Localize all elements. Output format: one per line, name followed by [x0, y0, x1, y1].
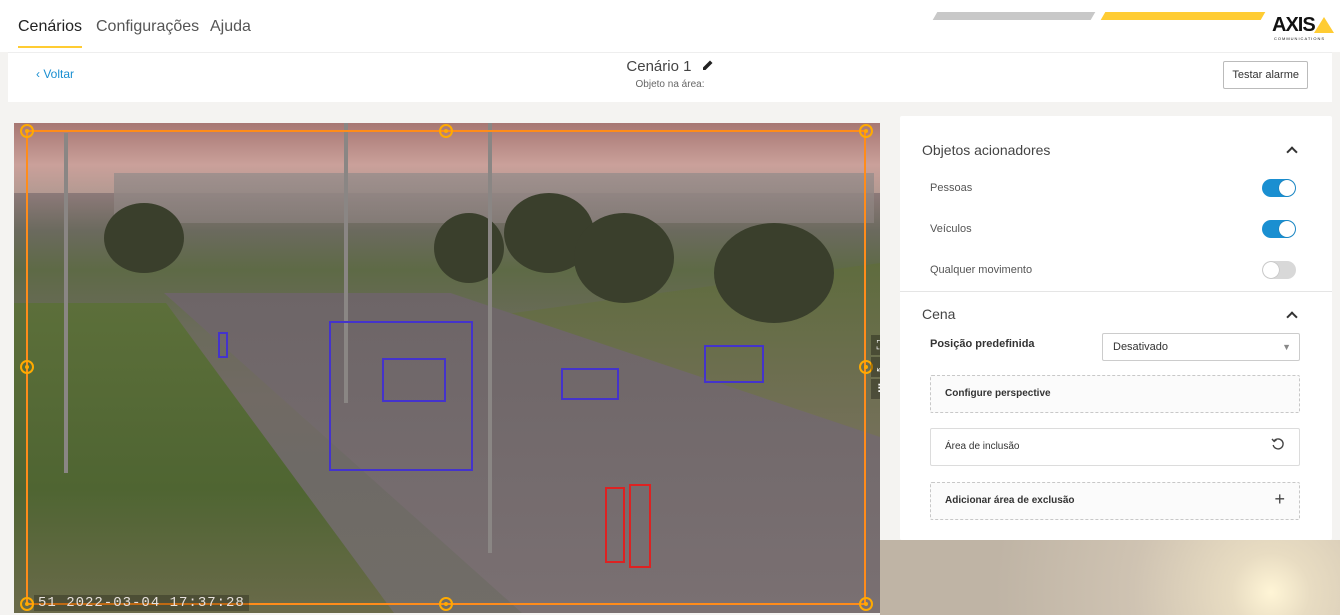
add-exclusion-area-button[interactable]: Adicionar área de exclusão + [930, 482, 1300, 520]
reset-icon[interactable] [1271, 437, 1285, 456]
preset-position-label: Posição predefinida [930, 338, 1035, 350]
detection-box-vehicle [561, 368, 619, 400]
inclusion-handle[interactable] [439, 597, 453, 611]
logo-triangle-icon [1314, 17, 1334, 33]
grid-dots-icon[interactable]: ⠿ [871, 379, 880, 399]
inclusion-area-item[interactable]: Área de inclusão [930, 428, 1300, 466]
scenario-title: Cenário 1 [8, 58, 1332, 75]
add-exclusion-area-label: Adicionar área de exclusão [945, 495, 1075, 506]
tab-scenarios[interactable]: Cenários [18, 18, 83, 48]
collapse-triggers-icon[interactable] [1286, 144, 1296, 154]
option-vehicles-label: Veículos [930, 223, 972, 235]
inclusion-handle[interactable] [20, 124, 34, 138]
option-people-label: Pessoas [930, 182, 973, 194]
inclusion-handle[interactable] [859, 124, 873, 138]
scenario-header: ‹ Voltar Cenário 1 Objeto na área: Testa… [8, 52, 1332, 102]
detection-box-vehicle [218, 332, 228, 358]
edit-pencil-icon[interactable] [702, 58, 714, 75]
detection-box-vehicle [704, 345, 764, 383]
expand-icon[interactable]: ⤢ [871, 357, 880, 377]
axis-logo: AXIS COMMUNICATIONS [1272, 14, 1334, 42]
toggle-any-motion[interactable] [1262, 261, 1296, 279]
chevron-down-icon: ▼ [1282, 342, 1291, 352]
configure-perspective-button[interactable]: Configure perspective [930, 375, 1300, 413]
inclusion-handle[interactable] [859, 597, 873, 611]
option-any-motion-label: Qualquer movimento [930, 264, 1033, 276]
configure-perspective-label: Configure perspective [945, 388, 1051, 399]
section-divider [900, 291, 1332, 292]
scene-section-title: Cena [922, 306, 956, 322]
inclusion-handle[interactable] [20, 360, 34, 374]
video-toolbar: ⛶ ⤢ ⠿ [871, 335, 880, 405]
live-video-view[interactable]: ⛶ ⤢ ⠿ 51 2022-03-04 17:37:28 [14, 123, 880, 613]
scenario-subtitle: Objeto na área: [635, 79, 705, 90]
video-timestamp: 51 2022-03-04 17:37:28 [34, 595, 249, 611]
detection-box-person [629, 484, 651, 568]
tab-settings[interactable]: Configurações [96, 18, 199, 36]
tab-help[interactable]: Ajuda [210, 18, 251, 36]
preset-position-select[interactable]: Desativado ▼ [1102, 333, 1300, 361]
inclusion-handle[interactable] [20, 597, 34, 611]
plus-icon: + [1274, 489, 1285, 509]
toggle-vehicles[interactable] [1262, 220, 1296, 238]
settings-panel: Objetos acionadores Pessoas Veículos Qua… [900, 116, 1332, 540]
collapse-scene-icon[interactable] [1286, 309, 1296, 319]
triggers-section-title: Objetos acionadores [922, 142, 1051, 158]
toggle-people[interactable] [1262, 179, 1296, 197]
inclusion-area-label: Área de inclusão [945, 441, 1020, 452]
top-navigation: Cenários Configurações Ajuda AXIS COMMUN… [0, 0, 1340, 52]
background-bokeh [880, 540, 1340, 615]
brand-stripe-gray [932, 12, 1096, 20]
detection-box-person [605, 487, 625, 563]
logo-text: AXIS [1272, 14, 1316, 36]
preset-position-value: Desativado [1113, 341, 1169, 353]
scenario-title-text: Cenário 1 [626, 58, 692, 75]
inclusion-handle[interactable] [439, 124, 453, 138]
brand-stripe-yellow [1100, 12, 1266, 20]
test-alarm-button[interactable]: Testar alarme [1223, 61, 1308, 89]
fullscreen-icon[interactable]: ⛶ [871, 335, 880, 355]
detection-box-vehicle [382, 358, 446, 402]
logo-subtext: COMMUNICATIONS [1274, 36, 1326, 41]
